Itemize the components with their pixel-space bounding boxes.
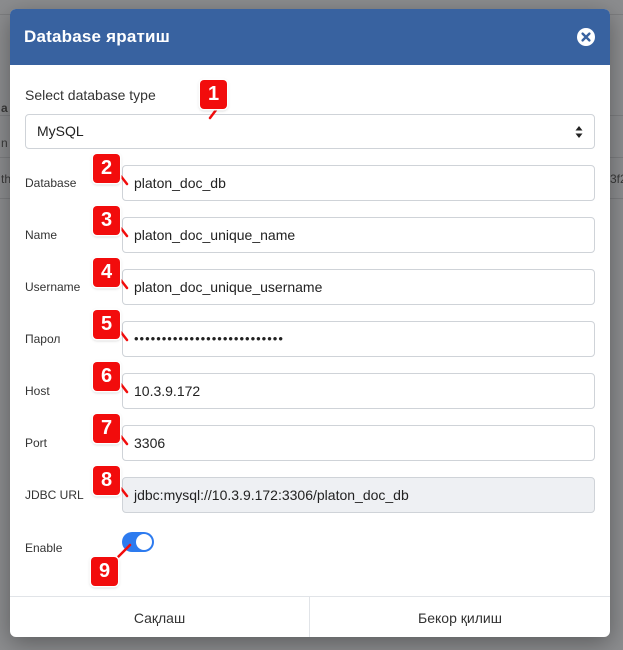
port-label: Port [25,436,48,450]
database-type-label: Select database type [25,87,156,103]
password-label: Парол [25,332,61,346]
name-label: Name [25,228,58,242]
host-input[interactable]: 10.3.9.172 [122,373,595,409]
annotation-badge-8: 8 [93,466,120,495]
jdbc-url-label: JDBC URL [25,488,84,502]
database-input[interactable]: platon_doc_db [122,165,595,201]
port-input[interactable]: 3306 [122,425,595,461]
annotation-badge-4: 4 [93,258,120,287]
modal-header: Database яратиш [10,9,610,65]
background-text: 3f2 [610,172,623,186]
enable-label: Enable [25,541,63,555]
annotation-badge-5: 5 [93,310,120,339]
annotation-badge-2: 2 [93,154,120,183]
password-input[interactable]: ••••••••••••••••••••••••••• [122,321,595,357]
save-button[interactable]: Сақлаш [10,597,310,637]
jdbc-url-input: jdbc:mysql://10.3.9.172:3306/platon_doc_… [122,477,595,513]
annotation-badge-7: 7 [93,414,120,443]
modal-title: Database яратиш [24,27,171,46]
database-type-value: MySQL [37,123,84,139]
background-text: n [1,136,8,150]
username-label: Username [25,280,81,294]
toggle-knob [136,534,152,550]
close-x-glyph [581,32,591,42]
annotation-badge-9: 9 [91,557,118,586]
database-label: Database [25,176,77,190]
database-type-select[interactable]: MySQL [25,114,595,149]
annotation-badge-1: 1 [200,80,227,109]
close-icon[interactable] [577,28,595,46]
host-label: Host [25,384,50,398]
username-input[interactable]: platon_doc_unique_username [122,269,595,305]
select-arrows-icon [575,126,583,138]
name-input[interactable]: platon_doc_unique_name [122,217,595,253]
background-text: a [1,101,8,115]
modal-footer: Сақлаш Бекор қилиш [10,596,610,637]
annotation-badge-6: 6 [93,362,120,391]
enable-toggle[interactable] [122,532,154,552]
annotation-badge-3: 3 [93,206,120,235]
cancel-button[interactable]: Бекор қилиш [310,597,610,637]
